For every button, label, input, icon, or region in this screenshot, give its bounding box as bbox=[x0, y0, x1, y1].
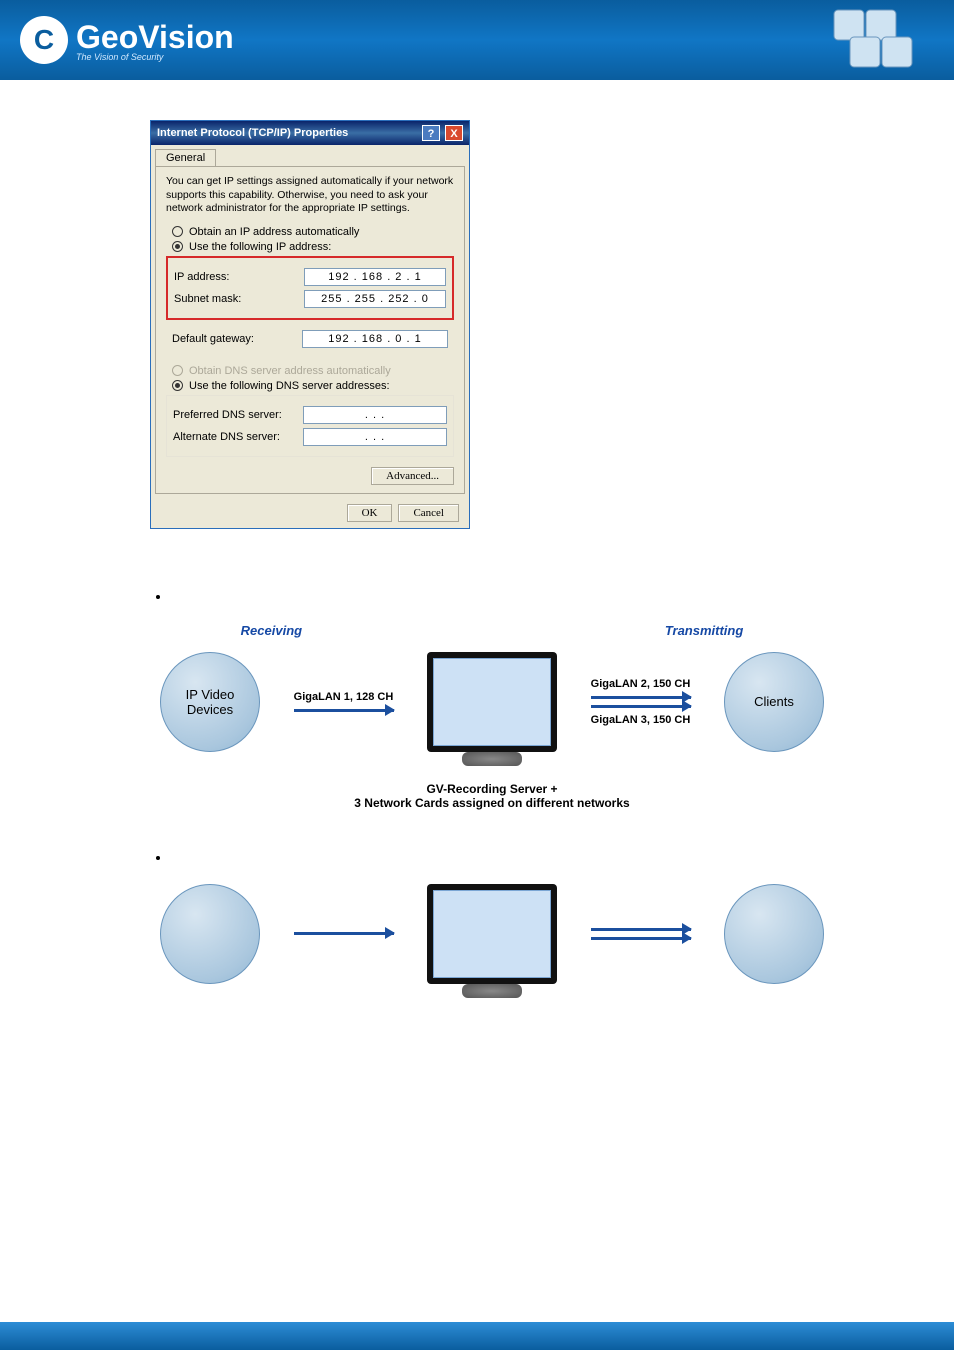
clients-node: Clients bbox=[724, 652, 824, 752]
dialog-title: Internet Protocol (TCP/IP) Properties bbox=[157, 127, 348, 139]
diagram-caption-line2: 3 Network Cards assigned on different ne… bbox=[150, 796, 834, 810]
arrow-icon bbox=[294, 932, 394, 935]
radio-use-following-dns[interactable]: Use the following DNS server addresses: bbox=[172, 380, 454, 392]
alternate-dns-label: Alternate DNS server: bbox=[173, 431, 303, 443]
radio-obtain-ip-auto[interactable]: Obtain an IP address automatically bbox=[172, 226, 454, 238]
brand-name: GeoVision bbox=[76, 19, 234, 56]
preferred-dns-input[interactable]: . . . bbox=[303, 406, 447, 424]
arrow-icon bbox=[294, 709, 394, 712]
transmitting-label: Transmitting bbox=[665, 623, 744, 638]
server-monitor-icon bbox=[427, 884, 557, 984]
subnet-mask-input[interactable]: 255 . 255 . 252 . 0 bbox=[304, 290, 446, 308]
tab-general[interactable]: General bbox=[155, 149, 216, 166]
radio-icon bbox=[172, 226, 183, 237]
radio-use-following-ip[interactable]: Use the following IP address: bbox=[172, 241, 454, 253]
ip-address-label: IP address: bbox=[174, 271, 304, 283]
default-gateway-label: Default gateway: bbox=[172, 333, 302, 345]
gigalan3-label: GigaLAN 3, 150 CH bbox=[591, 714, 691, 726]
logo-mark-icon: C bbox=[20, 16, 68, 64]
radio-icon bbox=[172, 380, 183, 391]
arrow-icon bbox=[591, 705, 691, 708]
radio-icon bbox=[172, 241, 183, 252]
page-header: C GeoVision The Vision of Security bbox=[0, 0, 954, 80]
diagram-caption-line1: GV-Recording Server + bbox=[150, 782, 834, 796]
page-footer bbox=[0, 1322, 954, 1350]
subnet-mask-label: Subnet mask: bbox=[174, 293, 304, 305]
network-diagram-1: Receiving Transmitting IP Video Devices … bbox=[150, 623, 834, 810]
dialog-description: You can get IP settings assigned automat… bbox=[166, 175, 454, 216]
puzzle-graphic-icon bbox=[824, 5, 934, 75]
ip-fields-highlighted: IP address: 192 . 168 . 2 . 1 Subnet mas… bbox=[166, 256, 454, 320]
arrow-icon bbox=[591, 696, 691, 699]
receiving-label: Receiving bbox=[241, 623, 302, 638]
preferred-dns-label: Preferred DNS server: bbox=[173, 409, 303, 421]
help-icon[interactable]: ? bbox=[422, 125, 440, 141]
bullet-item bbox=[170, 850, 834, 864]
right-node bbox=[724, 884, 824, 984]
tcpip-properties-dialog: Internet Protocol (TCP/IP) Properties ? … bbox=[150, 120, 470, 529]
arrow-icon bbox=[591, 928, 691, 931]
bullet-item bbox=[170, 589, 834, 603]
dns-fields: Preferred DNS server: . . . Alternate DN… bbox=[166, 395, 454, 457]
gigalan2-label: GigaLAN 2, 150 CH bbox=[591, 678, 691, 690]
advanced-button[interactable]: Advanced... bbox=[371, 467, 454, 485]
dialog-titlebar: Internet Protocol (TCP/IP) Properties ? … bbox=[151, 121, 469, 145]
radio-icon bbox=[172, 365, 183, 376]
brand-logo: C GeoVision The Vision of Security bbox=[20, 16, 234, 64]
ip-address-input[interactable]: 192 . 168 . 2 . 1 bbox=[304, 268, 446, 286]
default-gateway-input[interactable]: 192 . 168 . 0 . 1 bbox=[302, 330, 448, 348]
left-node bbox=[160, 884, 260, 984]
ok-button[interactable]: OK bbox=[347, 504, 393, 522]
close-icon[interactable]: X bbox=[445, 125, 463, 141]
network-diagram-2 bbox=[150, 884, 834, 984]
ip-video-devices-node: IP Video Devices bbox=[160, 652, 260, 752]
server-monitor-icon bbox=[427, 652, 557, 752]
radio-obtain-dns-auto: Obtain DNS server address automatically bbox=[172, 365, 454, 377]
gigalan1-label: GigaLAN 1, 128 CH bbox=[294, 691, 394, 703]
alternate-dns-input[interactable]: . . . bbox=[303, 428, 447, 446]
cancel-button[interactable]: Cancel bbox=[398, 504, 459, 522]
arrow-icon bbox=[591, 937, 691, 940]
